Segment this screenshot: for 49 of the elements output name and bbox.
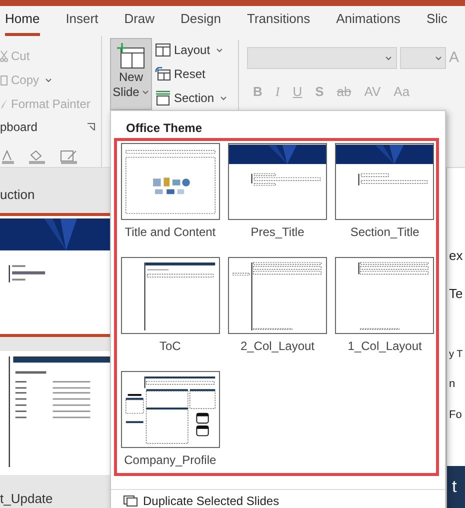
menu-command[interactable]: Duplicate Selected Slides [111,490,445,508]
layout-option[interactable]: ToC [119,257,222,371]
layout-option[interactable]: 1_Col_Layout [334,257,436,371]
slide-thumbnail[interactable] [0,350,110,474]
slide-banner: t [447,466,465,508]
section-label[interactable]: uction [0,185,110,204]
menu-heading: Office Theme [125,120,204,137]
group-label: pboard [0,119,38,136]
slide-thumbnail[interactable] [0,212,110,336]
ribbon-tab[interactable]: Home [5,8,40,36]
ribbon-tab[interactable]: Design [180,8,222,36]
ribbon-tab[interactable]: Animations [336,8,400,36]
caret-icon [216,48,224,52]
caret-icon [220,96,228,100]
slide-text: n [449,377,456,392]
layout-option[interactable]: Title and Content [119,143,222,257]
paintbrush-icon [0,98,8,110]
slides-command[interactable]: Layout [155,38,228,62]
caret-icon [435,56,442,61]
caret-icon [142,90,150,95]
slides-command[interactable]: Section [155,86,228,110]
slide-text: Fo [449,408,463,422]
new-slide-button[interactable]: New Slide [110,38,152,110]
slide-text: Te [449,284,464,302]
layout-option[interactable]: 2_Col_Layout [226,257,329,371]
section-icon [155,90,171,106]
pen-icon[interactable] [60,150,80,164]
slide-text: y T [449,348,464,362]
section-label[interactable]: t_Update [0,488,110,508]
font-name-field[interactable] [247,47,397,70]
reset-icon [155,67,171,81]
scissors-icon [0,50,8,62]
slide-text: ex [449,247,464,265]
layout-icon [155,43,171,57]
slides-command[interactable]: Reset [155,62,228,86]
layout-option[interactable]: Section_Title [334,143,436,257]
font-size-field[interactable] [400,47,446,70]
caret-icon [385,56,392,61]
paint-bucket-icon[interactable] [28,150,46,164]
dialog-launcher-icon[interactable] [87,123,95,131]
ribbon-tab[interactable]: Slic [426,8,448,36]
new-slide-icon [116,42,146,70]
copy-icon [0,74,8,86]
ribbon-tab[interactable]: Transitions [247,8,310,36]
ribbon-tab[interactable]: Insert [66,8,98,36]
layout-option[interactable]: Company_Profile [119,371,222,485]
ribbon-tab[interactable]: Draw [124,8,155,36]
layout-option[interactable]: Pres_Title [226,143,329,257]
font-color-icon[interactable] [2,150,14,164]
